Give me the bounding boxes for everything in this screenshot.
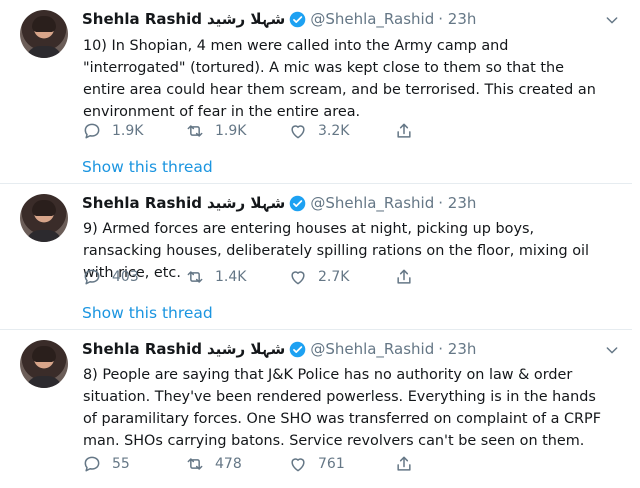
tweet-header: Shehla Rashid شہلا رشید @Shehla_Rashid ·… [82, 9, 476, 29]
like-count: 2.7K [318, 269, 350, 285]
tweet-9[interactable]: Shehla Rashid شہلا رشید @Shehla_Rashid ·… [0, 184, 632, 330]
like-button[interactable]: 2.7K [288, 267, 349, 287]
like-count: 761 [318, 456, 345, 472]
author-urdu-name[interactable]: شہلا رشید [207, 10, 285, 28]
reply-icon [84, 456, 100, 472]
retweet-count: 1.4K [215, 269, 247, 285]
chevron-down-icon[interactable] [604, 342, 620, 358]
like-count: 3.2K [318, 123, 350, 139]
reply-count: 55 [112, 456, 130, 472]
tweet-10[interactable]: Shehla Rashid شہلا رشید @Shehla_Rashid ·… [0, 0, 632, 184]
chevron-down-icon[interactable] [604, 12, 620, 28]
retweet-icon [187, 125, 203, 137]
author-handle[interactable]: @Shehla_Rashid [310, 194, 434, 212]
like-button[interactable]: 761 [288, 454, 345, 474]
reply-button[interactable]: 1.9K [82, 121, 143, 141]
retweet-button[interactable]: 478 [185, 454, 242, 474]
like-icon [291, 271, 305, 285]
reply-icon [84, 269, 100, 285]
author-name[interactable]: Shehla Rashid [82, 10, 202, 28]
verified-badge-icon [290, 195, 306, 211]
tweet-actions: 55 478 761 [82, 454, 422, 476]
like-button[interactable]: 3.2K [288, 121, 349, 141]
reply-button[interactable]: 55 [82, 454, 130, 474]
tweet-time[interactable]: · 23h [438, 10, 476, 28]
retweet-count: 1.9K [215, 123, 247, 139]
show-thread-link[interactable]: Show this thread [82, 304, 213, 322]
retweet-icon [187, 271, 203, 283]
retweet-button[interactable]: 1.4K [185, 267, 246, 287]
tweet-header: Shehla Rashid شہلا رشید @Shehla_Rashid ·… [82, 339, 476, 359]
tweet-time[interactable]: · 23h [438, 194, 476, 212]
author-urdu-name[interactable]: شہلا رشید [207, 340, 285, 358]
reply-count: 403 [112, 269, 139, 285]
tweet-time[interactable]: · 23h [438, 340, 476, 358]
tweet-actions: 403 1.4K 2.7K [82, 267, 422, 289]
share-icon [397, 123, 411, 138]
tweet-feed: Shehla Rashid شہلا رشید @Shehla_Rashid ·… [0, 0, 640, 488]
tweet-actions: 1.9K 1.9K 3.2K [82, 121, 422, 143]
author-handle[interactable]: @Shehla_Rashid [310, 10, 434, 28]
avatar[interactable] [20, 340, 68, 388]
share-button[interactable] [394, 267, 414, 287]
verified-badge-icon [290, 341, 306, 357]
author-name[interactable]: Shehla Rashid [82, 340, 202, 358]
tweet-text: 8) People are saying that J&K Police has… [83, 367, 601, 449]
share-icon [397, 269, 411, 284]
like-icon [291, 125, 305, 139]
share-button[interactable] [394, 121, 414, 141]
retweet-button[interactable]: 1.9K [185, 121, 246, 141]
share-button[interactable] [394, 454, 414, 474]
avatar[interactable] [20, 10, 68, 58]
tweet-8[interactable]: Shehla Rashid شہلا رشید @Shehla_Rashid ·… [0, 330, 632, 488]
share-icon [397, 456, 411, 471]
tweet-text: 10) In Shopian, 4 men were called into t… [83, 38, 596, 120]
retweet-icon [187, 458, 203, 470]
author-handle[interactable]: @Shehla_Rashid [310, 340, 434, 358]
show-thread-link[interactable]: Show this thread [82, 158, 213, 176]
author-name[interactable]: Shehla Rashid [82, 194, 202, 212]
reply-button[interactable]: 403 [82, 267, 139, 287]
like-icon [291, 458, 305, 472]
tweet-header: Shehla Rashid شہلا رشید @Shehla_Rashid ·… [82, 193, 476, 213]
reply-icon [84, 123, 100, 139]
verified-badge-icon [290, 11, 306, 27]
reply-count: 1.9K [112, 123, 144, 139]
retweet-count: 478 [215, 456, 242, 472]
avatar[interactable] [20, 194, 68, 242]
author-urdu-name[interactable]: شہلا رشید [207, 194, 285, 212]
